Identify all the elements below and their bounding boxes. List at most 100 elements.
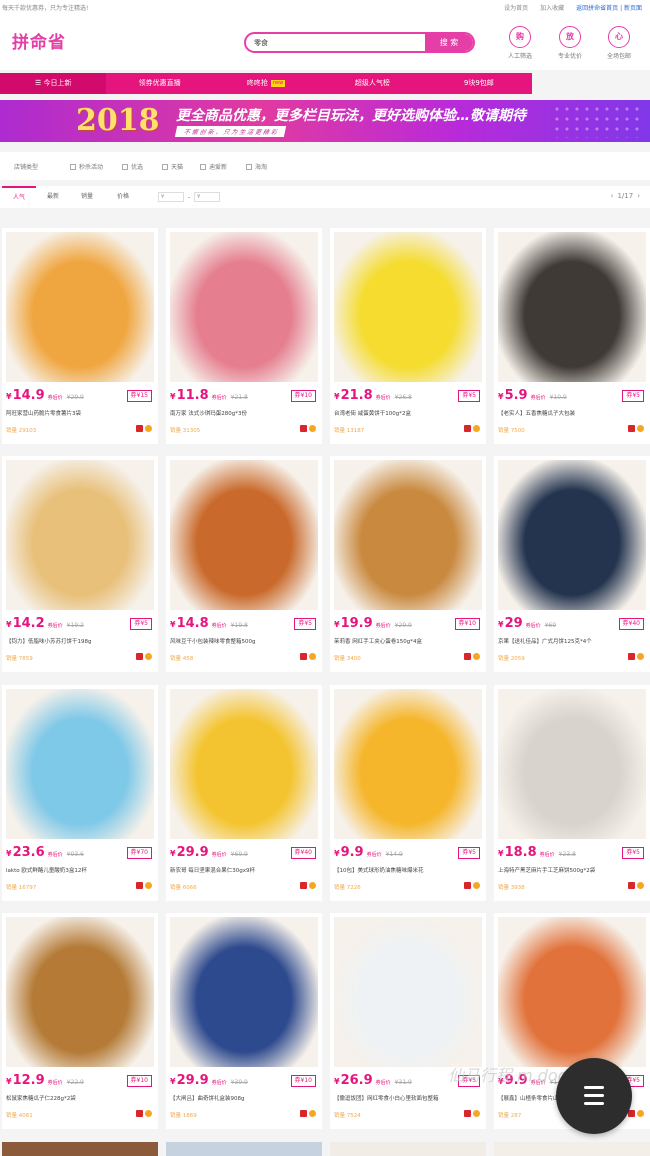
coupon-badge[interactable]: 券¥40 [618, 618, 644, 630]
coupon-badge[interactable]: 券¥5 [458, 847, 480, 859]
coupon-badge[interactable]: 券¥10 [454, 618, 480, 630]
coupon-badge[interactable]: 券¥5 [130, 618, 152, 630]
filter-option-seckill[interactable]: 秒杀活动 [70, 162, 103, 171]
sort-tab-newest[interactable]: 最新 [36, 186, 70, 208]
coupon-badge[interactable]: 券¥10 [126, 1075, 152, 1087]
coupon-badge[interactable]: 券¥5 [622, 847, 644, 859]
product-title[interactable]: lakto 欧式鲜酪儿童酸奶3盒12杯 [6, 866, 154, 874]
product-card[interactable]: ¥26.9 券后价 ¥31.9 券¥5 【撒逗饭团】网红零食小白心里软面包整箱 销量 75… [330, 913, 486, 1129]
product-image[interactable] [334, 232, 482, 382]
product-title[interactable]: 松鼠家焦糖瓜子仁228g*2袋 [6, 1094, 154, 1102]
product-title[interactable]: 京果【送礼佳品】广式月饼125克*4个 [498, 637, 646, 645]
menu-icon-bar [584, 1086, 604, 1089]
checkbox-icon[interactable] [70, 163, 76, 170]
sort-tab-sales[interactable]: 销量 [70, 186, 104, 208]
coupon-badge[interactable]: 券¥10 [290, 1075, 316, 1087]
coupon-badge[interactable]: 券¥40 [290, 847, 316, 859]
product-card[interactable]: ¥14.2 券后价 ¥19.2 券¥5 【钧力】低脂味小苏苏打饼干198g 销量 7859 [2, 456, 158, 672]
add-favorite-link[interactable]: 加入收藏 [540, 3, 564, 12]
coupon-badge[interactable]: 券¥15 [126, 390, 152, 402]
product-image[interactable] [498, 689, 646, 839]
product-image[interactable] [498, 460, 646, 610]
filter-option-diaixin[interactable]: 迪爱新 [200, 162, 227, 171]
product-image[interactable] [6, 689, 154, 839]
checkbox-icon[interactable] [162, 163, 168, 170]
search-button[interactable]: 搜 索 [425, 34, 473, 51]
product-card[interactable]: ¥29.9 券后价 ¥39.9 券¥10 【大闸吕】曲奇饼礼盒装908g 销量 1869 [166, 913, 322, 1129]
product-image[interactable] [170, 232, 318, 382]
product-title[interactable]: 南万家 法式沙琪玛蛋280g*3份 [170, 409, 318, 417]
product-card[interactable]: ¥14.9 券后价 ¥29.9 券¥15 阿旺家营山药脆片零食薯片3袋 销量 29103 [2, 228, 158, 444]
nav-9-9-free-shipping[interactable]: 9块9包邮 [426, 73, 532, 94]
product-card[interactable]: ¥12.9 券后价 ¥22.9 券¥10 松鼠家焦糖瓜子仁228g*2袋 销量 4061 [2, 913, 158, 1129]
product-title[interactable]: 【钧力】低脂味小苏苏打饼干198g [6, 637, 154, 645]
search-input[interactable] [254, 36, 424, 50]
sort-tab-popularity[interactable]: 人气 [2, 186, 36, 208]
coupon-badge[interactable]: 券¥5 [294, 618, 316, 630]
product-card[interactable]: ¥5.9 券后价 ¥10.9 券¥5 【老实人】五香焦糖瓜子大包装 销量 7500 [494, 228, 650, 444]
site-logo[interactable]: 拼命省 [12, 28, 66, 53]
product-card[interactable]: ¥19.9 券后价 ¥29.9 券¥10 茉莉香 网红手工夹心蛋卷150g*4盒 销量 3… [330, 456, 486, 672]
sort-tab-price[interactable]: 价格 [104, 186, 142, 208]
checkbox-icon[interactable] [246, 163, 252, 170]
promo-banner[interactable]: 2018 更全商品优惠，更多栏目玩法，更好选购体验…敬请期待 不 懈 创 新 ，… [0, 100, 650, 142]
product-card[interactable]: ¥9.9 券后价 ¥14.9 券¥5 【10包】美式球形奶油焦糖味爆米花 销量 7226 [330, 685, 486, 901]
filter-option-overseas[interactable]: 海淘 [246, 162, 267, 171]
filter-option-preferred[interactable]: 优选 [122, 162, 143, 171]
product-image[interactable] [498, 917, 646, 1067]
product-image[interactable] [334, 460, 482, 610]
filter-option-tmall[interactable]: 天猫 [162, 162, 183, 171]
product-card[interactable]: ¥23.6 券后价 ¥93.6 券¥70 lakto 欧式鲜酪儿童酸奶3盒12杯 销量 1… [2, 685, 158, 901]
product-title[interactable]: 【撒逗饭团】网红零食小白心里软面包整箱 [334, 1094, 482, 1102]
coupon-badge[interactable]: 券¥10 [290, 390, 316, 402]
product-image[interactable] [170, 917, 318, 1067]
store-badges [464, 1110, 480, 1117]
product-title[interactable]: 风味豆干小包装辣味零食整箱500g [170, 637, 318, 645]
product-image[interactable] [334, 689, 482, 839]
nav-today-new[interactable]: ☰ 今日上新 [0, 73, 107, 94]
sales-label: 销量 [334, 1113, 346, 1119]
product-image[interactable] [6, 917, 154, 1067]
store-badges [136, 1110, 152, 1117]
store-badges [300, 882, 316, 889]
product-image[interactable] [498, 232, 646, 382]
product-title[interactable]: 【大闸吕】曲奇饼礼盒装908g [170, 1094, 318, 1102]
currency-symbol: ¥ [498, 849, 504, 858]
product-image[interactable] [334, 917, 482, 1067]
product-title[interactable]: 台湾老街 咸蛋黄饼干100g*2盒 [334, 409, 482, 417]
next-page-icon[interactable]: › [637, 192, 640, 200]
store-icon [300, 425, 307, 432]
product-card[interactable]: ¥29 券后价 ¥69 券¥40 京果【送礼佳品】广式月饼125克*4个 销量 2059 [494, 456, 650, 672]
product-title[interactable]: 【10包】美式球形奶油焦糖味爆米花 [334, 866, 482, 874]
product-title[interactable]: 新农哥 每日坚果混合果仁30gx9杯 [170, 866, 318, 874]
product-card[interactable]: ¥18.8 券后价 ¥23.8 券¥5 上海特产黑芝麻片手工芝麻饼500g*2袋 销量 3… [494, 685, 650, 901]
checkbox-icon[interactable] [200, 163, 206, 170]
checkbox-icon[interactable] [122, 163, 128, 170]
coupon-badge[interactable]: 券¥5 [622, 390, 644, 402]
product-image[interactable] [170, 460, 318, 610]
set-homepage-link[interactable]: 设为首页 [504, 3, 528, 12]
coupon-badge[interactable]: 券¥70 [126, 847, 152, 859]
product-card[interactable]: ¥14.8 券后价 ¥19.8 券¥5 风味豆干小包装辣味零食整箱500g 销量 458 [166, 456, 322, 672]
store-badges [300, 1110, 316, 1117]
product-image[interactable] [6, 232, 154, 382]
product-title[interactable]: 茉莉香 网红手工夹心蛋卷150g*4盒 [334, 637, 482, 645]
price-max-input[interactable]: ¥ [194, 192, 221, 202]
product-title[interactable]: 上海特产黑芝麻片手工芝麻饼500g*2袋 [498, 866, 646, 874]
product-title[interactable]: 阿旺家营山药脆片零食薯片3袋 [6, 409, 154, 417]
product-card[interactable]: ¥11.8 券后价 ¥21.8 券¥10 南万家 法式沙琪玛蛋280g*3份 销量 313… [166, 228, 322, 444]
coupon-badge[interactable]: 券¥5 [458, 390, 480, 402]
product-image[interactable] [6, 460, 154, 610]
price-min-input[interactable]: ¥ [158, 192, 184, 202]
product-image[interactable] [170, 689, 318, 839]
return-home-link[interactable]: 返回拼命省首页 | 新页面 [576, 3, 642, 12]
prev-page-icon[interactable]: ‹ [611, 192, 614, 200]
sales-value: 13187 [346, 428, 365, 434]
nav-coupon-live[interactable]: 领券优惠直播 [106, 73, 212, 94]
product-card[interactable]: ¥29.9 券后价 ¥69.9 券¥40 新农哥 每日坚果混合果仁30gx9杯 销量 60… [166, 685, 322, 901]
product-card[interactable]: ¥21.8 券后价 ¥26.8 券¥5 台湾老街 咸蛋黄饼干100g*2盒 销量 1318… [330, 228, 486, 444]
nav-flash-grab[interactable]: 咚咚抢 new [213, 73, 319, 94]
product-title[interactable]: 【老实人】五香焦糖瓜子大包装 [498, 409, 646, 417]
menu-fab[interactable] [556, 1058, 632, 1134]
nav-popular-ranking[interactable]: 超级人气榜 [319, 73, 425, 94]
